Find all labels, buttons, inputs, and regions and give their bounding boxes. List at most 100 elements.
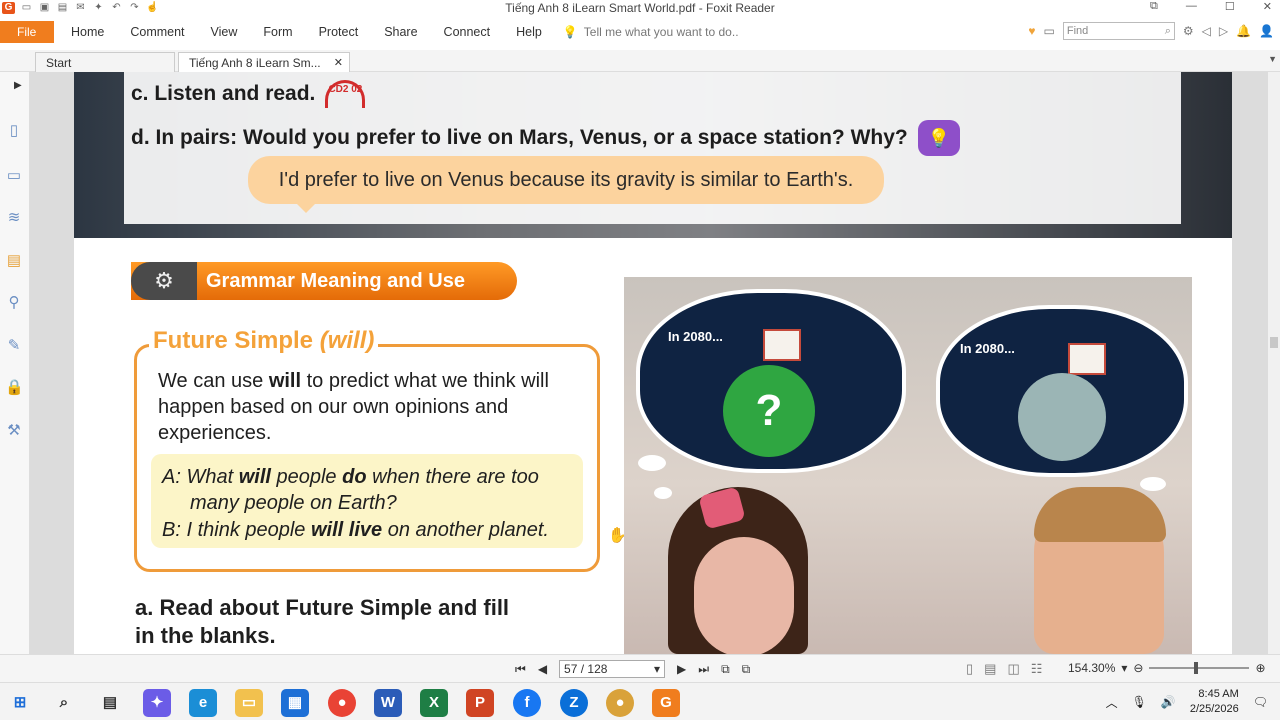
future-title-text: Future Simple xyxy=(153,327,314,354)
thought-dot-2 xyxy=(654,487,672,499)
security-icon[interactable]: 🔒 xyxy=(5,379,24,397)
edge-icon[interactable]: e xyxy=(189,689,217,717)
zoom-slider[interactable] xyxy=(1149,662,1250,674)
volume-icon[interactable]: 🔊 xyxy=(1161,695,1176,709)
scroll-thumb[interactable] xyxy=(1270,337,1278,348)
zoom-slider-thumb[interactable] xyxy=(1194,662,1199,674)
tray-expand-icon[interactable]: ︿ xyxy=(1106,694,1118,711)
house-icon xyxy=(763,329,801,361)
settings-icon[interactable]: ⚙ xyxy=(1183,24,1194,38)
excel-icon[interactable]: X xyxy=(420,689,448,717)
expand-panel-icon[interactable]: ▶ xyxy=(14,80,22,91)
file-explorer-icon[interactable]: ▭ xyxy=(235,689,263,717)
pages-icon[interactable]: ▭ xyxy=(5,167,23,185)
maximize-icon[interactable]: ☐ xyxy=(1225,0,1235,13)
clock[interactable]: 8:45 AM 2/25/2026 xyxy=(1190,687,1239,717)
menu-view[interactable]: View xyxy=(198,25,251,39)
previous-view-icon[interactable]: ⧉ xyxy=(721,662,730,677)
facing-icon[interactable]: ◫ xyxy=(1007,661,1019,677)
close-window-icon[interactable]: ✕ xyxy=(1263,0,1272,13)
comments-icon[interactable]: ▤ xyxy=(5,252,23,270)
menu-help[interactable]: Help xyxy=(503,25,555,39)
search-icon[interactable]: ⌕ xyxy=(1165,25,1171,38)
word-icon[interactable]: W xyxy=(374,689,402,717)
menu-connect[interactable]: Connect xyxy=(431,25,504,39)
tell-me-box[interactable]: 💡 Tell me what you want to do.. xyxy=(563,25,739,39)
first-page-icon[interactable]: ⏮ xyxy=(515,662,526,677)
forward-icon[interactable]: ▷ xyxy=(1219,24,1228,38)
cd-label: CD2 02 xyxy=(328,84,363,95)
continuous-facing-icon[interactable]: ☷ xyxy=(1031,661,1043,677)
restore-icon[interactable]: ⧉ xyxy=(1150,0,1158,13)
powerpoint-icon[interactable]: P xyxy=(466,689,494,717)
zoom-controls: 154.30% ▾ ⊖ ⊕ xyxy=(1068,661,1266,675)
bookmarks-icon[interactable]: ▯ xyxy=(5,122,23,140)
zoom-out-icon[interactable]: ⊖ xyxy=(1133,661,1143,675)
boy-hair xyxy=(1034,487,1166,542)
zoom-in-icon[interactable]: ⊕ xyxy=(1255,661,1265,675)
user-icon[interactable]: 👤 xyxy=(1259,24,1274,38)
store-icon[interactable]: ▦ xyxy=(281,689,309,717)
next-page-icon[interactable]: ▶ xyxy=(677,662,686,676)
example-b: B: I think people will live on another p… xyxy=(162,519,549,542)
menu-form[interactable]: Form xyxy=(250,25,305,39)
microphone-icon[interactable]: 🎙 xyxy=(1132,695,1147,709)
page-dropdown-icon[interactable]: ▾ xyxy=(654,662,660,676)
find-input[interactable]: Find ⌕ xyxy=(1062,22,1175,40)
last-page-icon[interactable]: ⏭ xyxy=(698,662,709,677)
desc-will: will xyxy=(268,370,302,392)
heart-icon[interactable]: ♥ xyxy=(1028,24,1035,38)
close-tab-icon[interactable]: ✕ xyxy=(334,56,343,69)
window-title: Tiếng Anh 8 iLearn Smart World.pdf - Fox… xyxy=(505,1,775,15)
minimize-icon[interactable]: — xyxy=(1186,0,1197,13)
pairs-instruction-text: d. In pairs: Would you prefer to live on… xyxy=(131,126,908,149)
tab-document-label: Tiếng Anh 8 iLearn Sm... xyxy=(189,55,321,70)
thought-dot-3 xyxy=(1140,477,1166,491)
folder-icon[interactable]: ▭ xyxy=(1044,24,1055,38)
future-title-will: (will) xyxy=(319,327,375,354)
zalo-icon[interactable]: Z xyxy=(560,689,588,717)
tab-start[interactable]: Start xyxy=(35,52,175,72)
task-view-icon[interactable]: ▤ xyxy=(96,689,124,717)
facebook-icon[interactable]: f xyxy=(513,689,541,717)
copilot-icon[interactable]: ✦ xyxy=(143,689,171,717)
listen-read-text: c. Listen and read. xyxy=(131,82,316,105)
document-viewer[interactable]: c. Listen and read. CD2 02 d. In pairs: … xyxy=(30,72,1268,654)
notifications-icon[interactable]: 🗨 xyxy=(1253,695,1268,709)
ex-a-3: when there are too xyxy=(366,466,539,488)
menu-share[interactable]: Share xyxy=(371,25,430,39)
back-icon[interactable]: ◁ xyxy=(1202,24,1211,38)
foxit-taskbar-icon[interactable]: G xyxy=(652,689,680,717)
grey-planet xyxy=(1018,373,1106,461)
signature-icon[interactable]: ✎ xyxy=(5,337,23,355)
desc-pre: We can use xyxy=(158,370,269,392)
chrome-profile-icon[interactable]: ● xyxy=(606,689,634,717)
tab-document[interactable]: Tiếng Anh 8 iLearn Sm... ✕ xyxy=(178,52,350,72)
search-taskbar-icon[interactable]: ⌕ xyxy=(50,689,78,717)
attachments-icon[interactable]: ⚲ xyxy=(5,294,23,312)
zoom-level[interactable]: 154.30% xyxy=(1068,661,1115,675)
chrome-icon[interactable]: ● xyxy=(328,689,356,717)
house-icon-2 xyxy=(1068,343,1106,375)
prev-page-icon[interactable]: ◀ xyxy=(538,662,547,676)
vertical-scrollbar[interactable] xyxy=(1268,72,1280,654)
single-page-icon[interactable]: ▯ xyxy=(966,661,973,677)
zoom-dropdown-icon[interactable]: ▾ xyxy=(1121,661,1127,675)
gear-icon: ⚙ xyxy=(131,262,197,300)
search-panel-icon[interactable]: ⚒ xyxy=(5,422,23,440)
clock-time: 8:45 AM xyxy=(1198,688,1239,700)
continuous-icon[interactable]: ▤ xyxy=(984,661,996,677)
grammar-banner-text: Grammar Meaning and Use xyxy=(206,269,465,292)
menu-protect[interactable]: Protect xyxy=(306,25,372,39)
layers-icon[interactable]: ≋ xyxy=(5,209,23,227)
page-number-input[interactable]: 57 / 128 ▾ xyxy=(559,660,666,678)
notification-icon[interactable]: 🔔 xyxy=(1236,24,1251,38)
title-bar: G ▭ ▣ ▤ ✉ ✦ ↶ ↷ ☝ Tiếng Anh 8 iLearn Sma… xyxy=(0,0,1280,16)
file-menu-button[interactable]: File xyxy=(0,21,54,43)
next-view-icon[interactable]: ⧉ xyxy=(742,662,751,677)
windows-start-icon[interactable]: ⊞ xyxy=(6,689,34,717)
menu-home[interactable]: Home xyxy=(58,25,117,39)
tab-list-icon[interactable]: ▼ xyxy=(1268,54,1277,64)
speech-text: I'd prefer to live on Venus because its … xyxy=(278,168,854,191)
menu-comment[interactable]: Comment xyxy=(117,25,197,39)
